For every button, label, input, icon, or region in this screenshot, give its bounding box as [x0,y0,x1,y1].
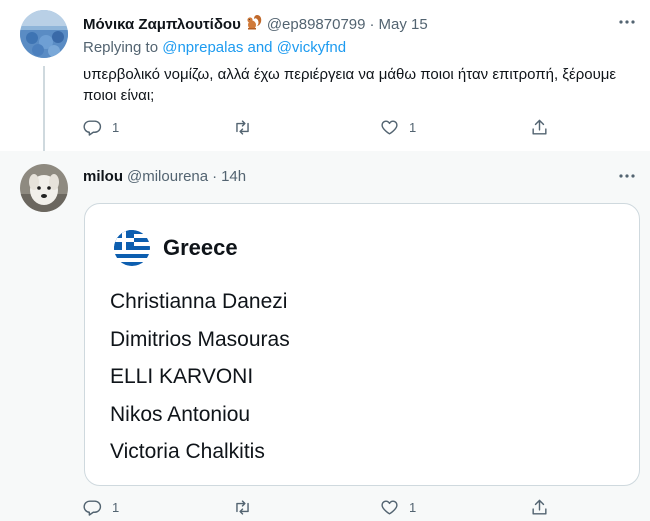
more-options-icon[interactable] [616,14,638,30]
replying-to-line: Replying to @nprepalas and @vickyfnd [83,39,346,56]
avatar-milou[interactable] [20,164,68,212]
list-item: ELLI KARVONI [110,365,254,388]
tweet-header: Μόνικα Ζαμπλουτίδου @ep89870799 · May 15 [83,13,428,35]
user-handle[interactable]: @milourena [127,168,208,185]
user-handle[interactable]: @ep89870799 [267,16,366,33]
card-title: Greece [163,235,238,260]
like-count: 1 [409,120,417,135]
timestamp[interactable]: 14h [221,168,246,185]
like-count: 1 [409,500,417,515]
separator-dot: · [212,168,218,185]
separator-dot: · [369,15,375,33]
tweet-parent[interactable]: Μόνικα Ζαμπλουτίδου @ep89870799 · May 15… [0,0,650,151]
share-icon [532,119,547,135]
list-item: Christianna Danezi [110,290,288,313]
like-button[interactable]: 1 [380,118,416,137]
retweet-icon [236,120,249,135]
share-button[interactable] [530,498,549,517]
reply-icon [83,120,102,136]
list-item: Dimitrios Masouras [110,327,290,351]
tweet-header: milou @milourena · 14h [83,168,246,185]
heart-icon [381,500,398,515]
reply-button[interactable]: 1 [83,498,119,517]
reply-count: 1 [112,500,120,515]
replying-users-link[interactable]: @nprepalas and @vickyfnd [162,39,346,56]
reply-count: 1 [112,120,120,135]
avatar-monika[interactable] [20,10,68,58]
squirrel-icon [245,13,263,35]
action-bar: 1 1 [83,498,553,518]
display-name[interactable]: milou [83,168,123,185]
retweet-button[interactable] [233,118,262,137]
action-bar: 1 1 [83,118,553,138]
replying-label: Replying to [83,39,159,56]
like-button[interactable]: 1 [380,498,416,517]
jury-name-list: Christianna Danezi Dimitrios Masouras EL… [110,283,290,471]
share-button[interactable] [530,118,549,137]
greece-flag-icon [114,230,150,266]
reply-icon [83,500,102,516]
share-icon [532,499,547,515]
retweet-button[interactable] [233,498,262,517]
thread-connector-line [43,66,45,151]
display-name[interactable]: Μόνικα Ζαμπλουτίδου [83,16,241,33]
attached-image-card[interactable]: Greece Christianna Danezi Dimitrios Maso… [84,203,640,486]
tweet-text: υπερβολικό νομίζω, αλλά έχω περιέργεια ν… [83,66,617,104]
retweet-icon [236,500,249,515]
list-item: Nikos Antoniou [110,402,251,426]
reply-button[interactable]: 1 [83,118,119,137]
card-header: Greece [114,230,238,266]
timestamp[interactable]: May 15 [378,16,427,33]
list-item: Victoria Chalkitis [110,440,265,463]
heart-icon [381,120,398,135]
more-options-icon[interactable] [616,168,638,184]
